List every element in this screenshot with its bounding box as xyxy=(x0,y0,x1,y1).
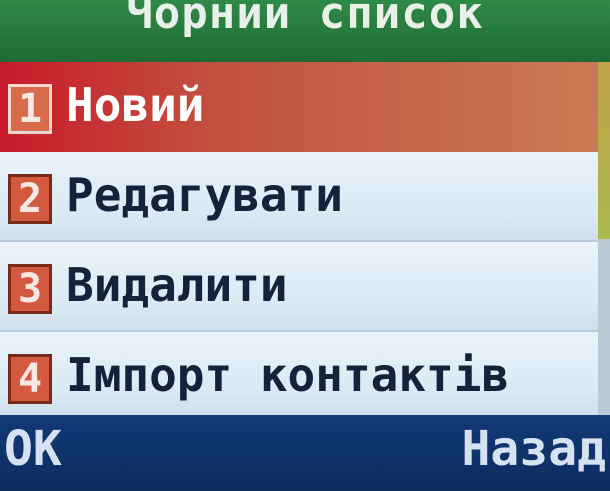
softkey-bar: OK Назад xyxy=(0,415,610,491)
scrollbar-thumb[interactable] xyxy=(598,62,610,239)
menu-list: 1 Новий 2 Редагувати 3 Видалити 4 Імпорт… xyxy=(0,62,598,415)
menu-item-label: Видалити xyxy=(66,258,288,312)
menu-item-edit[interactable]: 2 Редагувати xyxy=(0,152,598,242)
ok-softkey[interactable]: OK xyxy=(4,421,62,477)
menu-item-label: Імпорт контактів xyxy=(66,348,510,402)
back-softkey[interactable]: Назад xyxy=(462,421,607,477)
phone-screen: Чорний список 1 Новий 2 Редагувати 3 Вид… xyxy=(0,0,610,491)
menu-item-import-contacts[interactable]: 4 Імпорт контактів xyxy=(0,332,598,415)
menu-item-number: 3 xyxy=(8,264,52,314)
menu-item-number: 4 xyxy=(8,354,52,404)
menu-item-label: Новий xyxy=(66,78,205,132)
scrollbar[interactable] xyxy=(598,62,610,415)
menu-item-label: Редагувати xyxy=(66,168,343,222)
menu-item-number: 2 xyxy=(8,174,52,224)
menu-item-number: 1 xyxy=(8,84,52,134)
menu-item-delete[interactable]: 3 Видалити xyxy=(0,242,598,332)
menu-item-new[interactable]: 1 Новий xyxy=(0,62,598,152)
title-bar: Чорний список xyxy=(0,0,610,62)
screen-title: Чорний список xyxy=(126,0,484,39)
